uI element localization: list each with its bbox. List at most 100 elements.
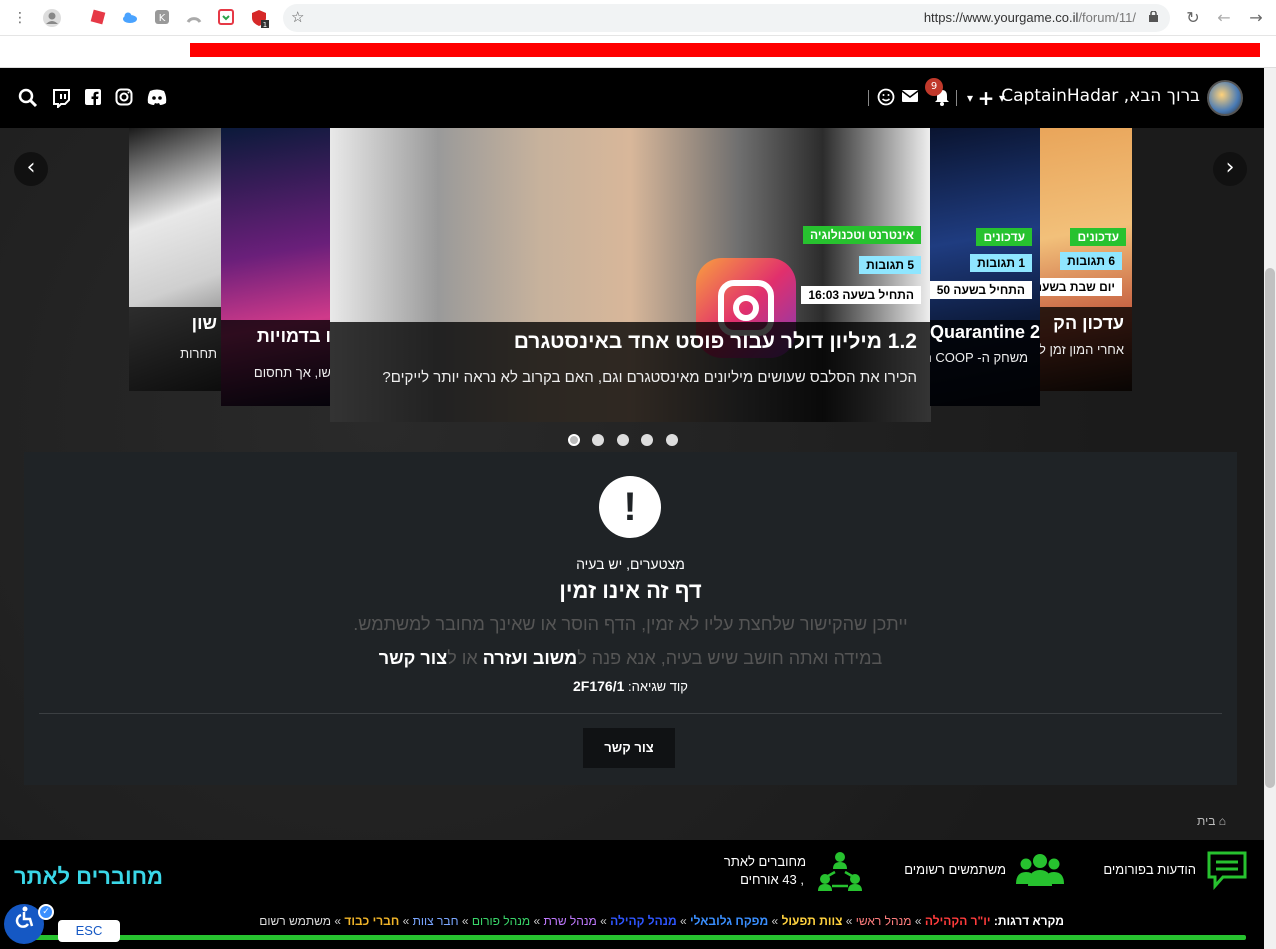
slide-caption: ו בדמויות שו, אך תחסום <box>221 320 331 406</box>
chat-bubble-icon <box>1206 850 1248 894</box>
slide-caption: עדכון הק אחרי המון זמן ללוס סאנטוס <box>1040 307 1132 391</box>
registered-users-label: משתמשים רשומים <box>904 862 1006 877</box>
slide-replies-tag: 1 תגובות <box>970 254 1032 272</box>
rank-legend-item: מנהל שרת <box>543 914 597 928</box>
rank-legend-item: משתמש רשום <box>259 914 332 928</box>
rank-legend-item: צוות תפעול <box>781 914 843 928</box>
rank-separator: » <box>331 914 345 928</box>
slide-title[interactable]: 1.2 מיליון דולר עבור פוסט אחד באינסטגרם <box>344 330 917 354</box>
carousel-slide-main[interactable]: אינטרנט וטכנולוגיה 5 תגובות התחיל בשעה 1… <box>330 128 931 422</box>
feedback-help-link[interactable]: משוב ועזרה <box>483 648 577 668</box>
slide-started-tag: יום שבת בשעה <box>1040 278 1122 296</box>
bookmark-star-icon[interactable]: ☆ <box>291 8 304 26</box>
rank-legend-item: יו"ר הקהילה <box>924 914 991 928</box>
rank-separator: » <box>676 914 690 928</box>
address-bar[interactable]: ☆ https://www.yourgame.co.il/forum/11/ <box>283 4 1170 32</box>
slide-desc: אחרי המון זמן ללוס סאנטוס <box>1040 342 1124 357</box>
slide-caption: שון תחרות <box>129 307 221 391</box>
carousel-slide[interactable]: ו בדמויות שו, אך תחסום <box>221 128 331 406</box>
rank-separator: » <box>596 914 611 928</box>
contact-link[interactable]: צור קשר <box>379 648 447 668</box>
rank-separator: » <box>842 914 856 928</box>
profile-icon[interactable] <box>42 8 62 28</box>
slide-started-tag: התחיל בשעה 16:03 <box>801 286 921 304</box>
slide-replies-tag: 5 תגובות <box>859 256 921 274</box>
carousel-next-button[interactable]: › <box>1213 152 1247 186</box>
reload-icon[interactable]: ↻ <box>1183 8 1203 28</box>
carousel-dot[interactable] <box>592 434 604 446</box>
carousel-dot[interactable] <box>568 434 580 446</box>
rank-legend-item: חבר צוות <box>412 914 459 928</box>
search-icon[interactable] <box>18 88 38 108</box>
pocket-icon[interactable] <box>216 8 236 28</box>
rank-separator: » <box>399 914 413 928</box>
green-divider <box>30 935 1246 940</box>
menu-dots-icon[interactable]: ⋮ <box>10 8 30 28</box>
smiley-icon[interactable] <box>876 88 896 108</box>
online-guests-count: , 43 אורחים <box>740 872 804 887</box>
exclamation-icon: ! <box>599 476 661 538</box>
slide-category-tag[interactable]: עדכונים <box>1070 228 1126 246</box>
cloud-icon[interactable] <box>120 8 140 28</box>
carousel-dot[interactable] <box>641 434 653 446</box>
back-icon[interactable]: ← <box>1214 8 1234 28</box>
carousel-prev-button[interactable]: ‹ <box>14 152 48 186</box>
carousel-dot[interactable] <box>617 434 629 446</box>
online-users-label: מחוברים לאתר <box>723 854 806 869</box>
error-code-label: קוד שגיאה: <box>628 679 688 694</box>
divider <box>39 713 1222 714</box>
nav-separator <box>868 90 869 106</box>
scrollbar[interactable] <box>1264 68 1276 949</box>
help-prefix: במידה ואתה חושב שיש בעיה, אנא פנה ל <box>577 648 883 668</box>
nav-separator <box>956 90 957 106</box>
contact-button[interactable]: צור קשר <box>583 728 675 768</box>
slide-title: Quarantine 2020 <box>930 322 1040 342</box>
breadcrumb-home-link[interactable]: בית <box>1197 814 1215 828</box>
slide-desc: הכירו את הסלבס שעושים מיליונים מאינסטגרם… <box>382 369 917 386</box>
slide-replies-tag: 6 תגובות <box>1060 252 1122 270</box>
top-navbar: 9 ▾ + ▾ ברוך הבא, CaptainHadar <box>0 68 1264 128</box>
network-users-icon <box>817 850 863 896</box>
featured-carousel: שון תחרות ו בדמויות שו, אך תחסום אינטרנט… <box>0 128 1264 458</box>
slide-category-tag[interactable]: אינטרנט וטכנולוגיה <box>803 226 921 244</box>
url-text: https://www.yourgame.co.il/forum/11/ <box>923 10 1136 25</box>
carousel-slide[interactable]: שון תחרות <box>129 128 221 391</box>
extension-red-icon[interactable] <box>88 8 108 28</box>
extension-k-icon[interactable]: K <box>152 8 172 28</box>
rank-legend-item: מנהל פורום <box>471 914 531 928</box>
scrollbar-thumb[interactable] <box>1265 268 1275 788</box>
rank-legend-prefix: מקרא דרגות: <box>993 914 1064 928</box>
slide-started-tag: התחיל בשעה 50 <box>930 281 1032 299</box>
instagram-icon[interactable] <box>114 88 134 108</box>
rank-legend-item: חברי כבוד <box>344 914 400 928</box>
forward-icon[interactable]: → <box>1246 8 1266 28</box>
extension-arc-icon[interactable] <box>184 8 204 28</box>
facebook-icon[interactable] <box>83 88 103 108</box>
slide-desc: תחרות <box>180 346 217 361</box>
plus-icon[interactable]: + <box>976 88 996 108</box>
slide-title: עדכון הק <box>1053 313 1124 333</box>
avatar[interactable] <box>1207 80 1243 116</box>
error-code: קוד שגיאה: 2F176/1 <box>24 678 1237 694</box>
welcome-user-menu[interactable]: ברוך הבא, CaptainHadar <box>1001 86 1200 106</box>
rank-legend-item: מפקח גלובאלי <box>690 914 769 928</box>
esc-button[interactable]: ESC <box>58 920 120 942</box>
rank-legend-item: מנהל ראשי <box>855 914 912 928</box>
envelope-icon[interactable] <box>900 88 920 108</box>
slide-category-tag[interactable]: עדכונים <box>976 228 1032 246</box>
rank-legend-text: מקרא דרגות: יו"ר הקהילה » מנהל ראשי » צו… <box>259 914 1064 928</box>
error-title: דף זה אינו זמין <box>559 578 702 603</box>
carousel-dot[interactable] <box>666 434 678 446</box>
carousel-slide[interactable]: עדכונים 6 תגובות יום שבת בשעה עדכון הק א… <box>1040 128 1132 391</box>
discord-icon[interactable] <box>146 88 168 108</box>
help-mid: או ל <box>447 648 483 668</box>
slide-caption: 1.2 מיליון דולר עבור פוסט אחד באינסטגרם … <box>330 322 931 422</box>
notification-badge: 9 <box>925 78 943 96</box>
shield-extension-icon[interactable]: 1 <box>250 8 270 29</box>
slide-caption: Quarantine 2020 משחק ה- COOP הפיסקלית, כ… <box>930 320 1040 406</box>
error-help-text: במידה ואתה חושב שיש בעיה, אנא פנה למשוב … <box>24 648 1237 669</box>
error-message: ייתכן שהקישור שלחצת עליו לא זמין, הדף הו… <box>353 614 908 634</box>
twitch-icon[interactable] <box>51 88 71 110</box>
rank-separator: » <box>458 914 472 928</box>
carousel-slide[interactable]: עדכונים 1 תגובות התחיל בשעה 50 Quarantin… <box>930 128 1040 406</box>
